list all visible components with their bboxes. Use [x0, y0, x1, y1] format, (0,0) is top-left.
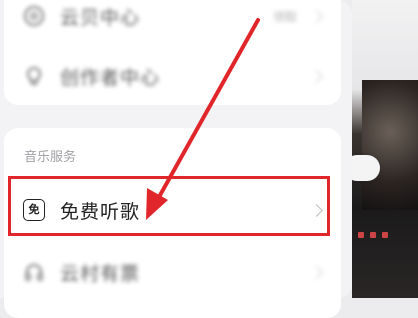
annotation-arrow-icon [146, 18, 260, 220]
